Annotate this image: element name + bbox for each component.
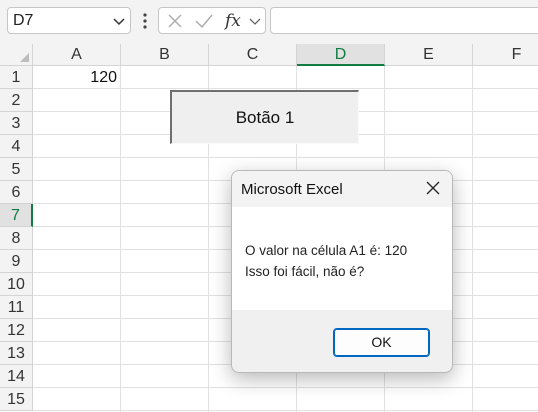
column-header-c[interactable]: C [209, 44, 297, 66]
formula-input[interactable] [270, 7, 538, 34]
row-header-7[interactable]: 7 [0, 204, 33, 227]
row-header-5[interactable]: 5 [0, 158, 33, 181]
more-options-icon[interactable] [142, 12, 148, 30]
close-icon[interactable] [426, 181, 440, 195]
dialog-message-line-1: O valor na célula A1 é: 120 [245, 243, 408, 258]
formula-bar: D7 fx [0, 0, 538, 44]
column-header-b[interactable]: B [121, 44, 209, 66]
column-header-f[interactable]: F [473, 44, 538, 66]
ok-button[interactable]: OK [333, 328, 430, 357]
row-header-15[interactable]: 15 [0, 388, 33, 411]
column-header-e[interactable]: E [385, 44, 473, 66]
row-header-11[interactable]: 11 [0, 296, 33, 319]
dialog-title-bar[interactable]: Microsoft Excel [232, 171, 452, 207]
name-box-value: D7 [13, 12, 34, 29]
enter-check-icon[interactable] [195, 13, 213, 29]
row-header-2[interactable]: 2 [0, 89, 33, 112]
column-header-d[interactable]: D [297, 44, 385, 66]
name-box[interactable]: D7 [7, 7, 131, 34]
row-header-1[interactable]: 1 [0, 66, 33, 89]
insert-function-icon[interactable]: fx [225, 11, 241, 31]
dialog-message-line-2: Isso foi fácil, não é? [245, 264, 365, 279]
row-header-12[interactable]: 12 [0, 319, 33, 342]
row-header-8[interactable]: 8 [0, 227, 33, 250]
chevron-down-icon[interactable] [249, 15, 261, 27]
row-header-3[interactable]: 3 [0, 112, 33, 135]
column-header-a[interactable]: A [33, 44, 121, 66]
row-header-14[interactable]: 14 [0, 365, 33, 388]
chevron-down-icon[interactable] [112, 14, 126, 28]
cancel-icon[interactable] [167, 13, 183, 29]
formula-functions: fx [158, 7, 266, 34]
select-all-corner[interactable] [0, 44, 33, 66]
row-header-10[interactable]: 10 [0, 273, 33, 296]
dialog-title: Microsoft Excel [241, 181, 343, 198]
form-button[interactable]: Botão 1 [170, 90, 359, 144]
dialog-body: O valor na célula A1 é: 120 Isso foi fác… [232, 207, 452, 310]
row-header-6[interactable]: 6 [0, 181, 33, 204]
row-header-13[interactable]: 13 [0, 342, 33, 365]
row-header-9[interactable]: 9 [0, 250, 33, 273]
message-box-dialog: Microsoft Excel O valor na célula A1 é: … [231, 170, 453, 373]
row-header-4[interactable]: 4 [0, 135, 33, 158]
cell-a1[interactable]: 120 [33, 66, 121, 89]
